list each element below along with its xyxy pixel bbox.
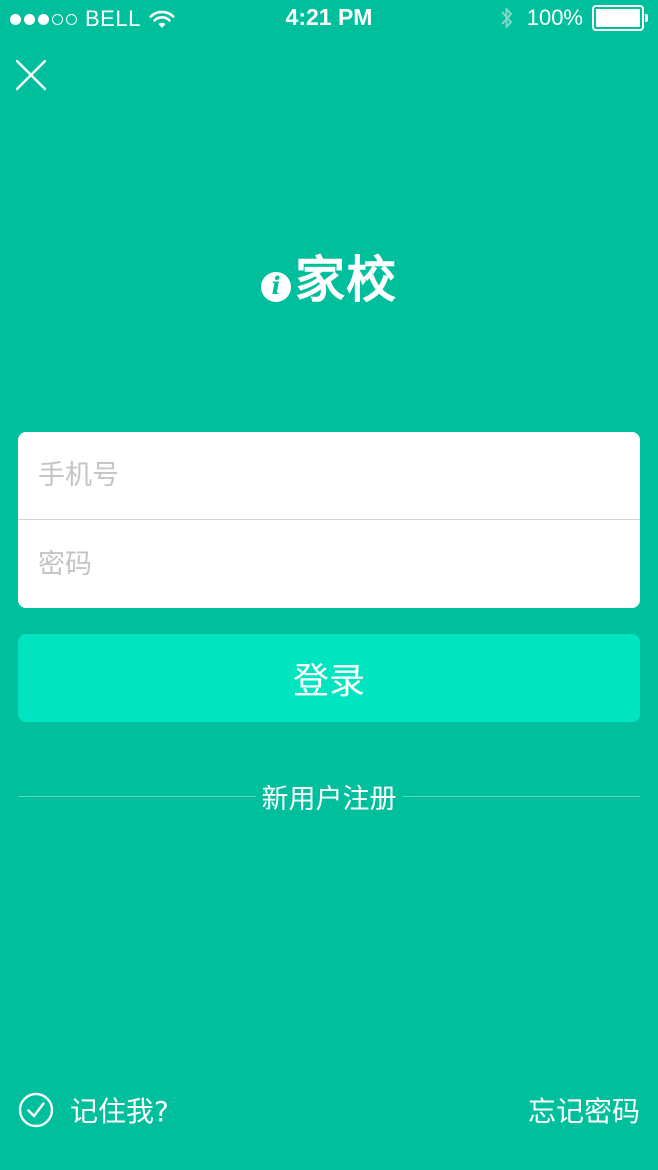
password-row xyxy=(18,519,640,608)
forgot-password-link[interactable]: 忘记密码 xyxy=(528,1090,640,1130)
divider-right xyxy=(402,795,640,797)
status-bar: BELL 4:21 PM 100% xyxy=(0,0,658,40)
check-circle-icon xyxy=(18,1092,54,1128)
phone-input[interactable] xyxy=(36,459,640,492)
battery-percent: 100% xyxy=(526,5,583,30)
bluetooth-icon xyxy=(500,8,512,28)
remember-me-label: 记住我? xyxy=(70,1095,169,1128)
register-link[interactable]: 新用户注册 xyxy=(256,777,403,816)
logo-i-badge: i xyxy=(261,271,291,302)
logo-mark: i xyxy=(271,271,281,300)
remember-me-toggle[interactable]: 记住我? xyxy=(18,1090,169,1130)
register-row: 新用户注册 xyxy=(18,774,640,818)
login-screen: BELL 4:21 PM 100% i 家校 手机号 登录 新用户注册 记住我?… xyxy=(0,0,658,1170)
battery-tip xyxy=(645,14,648,22)
login-form xyxy=(18,432,640,608)
login-button[interactable]: 登录 xyxy=(18,634,640,722)
phone-row xyxy=(18,432,640,519)
battery-icon xyxy=(592,5,648,31)
battery-fill xyxy=(596,9,640,27)
divider-left xyxy=(18,795,256,797)
battery-body xyxy=(592,5,644,31)
password-input[interactable] xyxy=(36,547,640,581)
logo-text: 家校 xyxy=(295,251,397,309)
app-logo: i 家校 xyxy=(0,240,658,312)
close-icon[interactable] xyxy=(14,58,48,92)
status-right: 100% xyxy=(499,5,648,31)
